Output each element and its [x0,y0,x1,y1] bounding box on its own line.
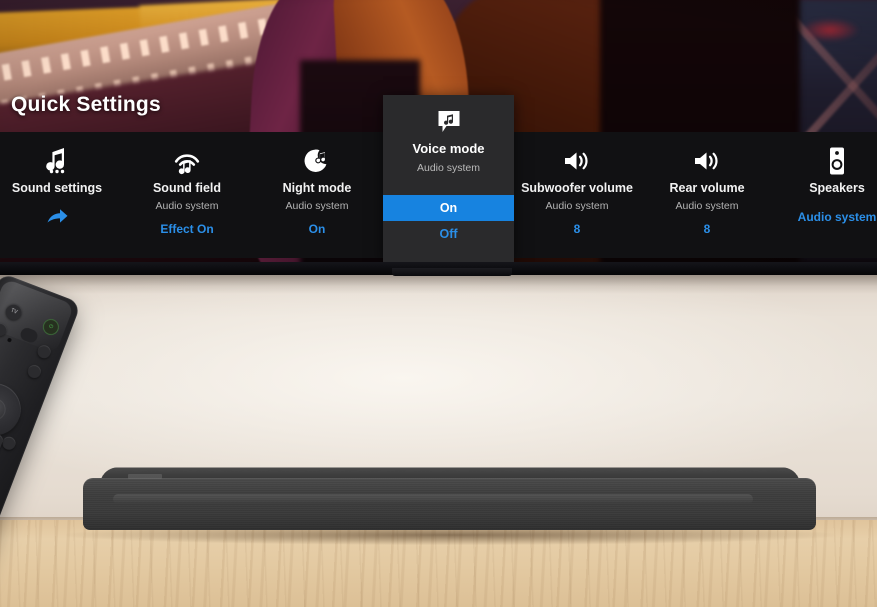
tv-screen: Quick Settings Sound settings Sound fiel… [0,0,877,262]
speaker-volume-icon [562,144,592,178]
tile-label: Speakers [809,181,865,195]
tile-label: Night mode [282,181,352,195]
tile-sublabel: Audio system [675,200,739,212]
tile-label: Sound field [152,181,222,195]
soundbar [83,466,816,533]
tile-value[interactable]: Audio system [798,210,877,224]
page-title: Quick Settings [11,93,161,116]
voice-mode-popup[interactable]: Voice mode Audio system On Off [383,95,514,262]
quick-setting-sound-field[interactable]: Sound field Audio system Effect On [122,132,252,258]
tile-value[interactable]: 8 [704,222,711,236]
music-note-settings-icon [44,144,70,178]
popup-filler [383,247,514,262]
tile-label: Rear volume [669,181,745,195]
popup-option-off[interactable]: Off [383,221,514,247]
television: Quick Settings Sound settings Sound fiel… [0,0,877,275]
sound-field-icon [173,144,201,178]
popup-title: Voice mode [412,141,485,156]
tile-label: Sound settings [11,181,103,195]
quick-setting-sound-settings[interactable]: Sound settings [0,132,122,258]
quick-setting-subwoofer-volume[interactable]: Subwoofer volume Audio system 8 [512,132,642,258]
soundbar-highlight [113,494,753,504]
quick-setting-rear-volume[interactable]: Rear volume Audio system 8 [642,132,772,258]
tile-value[interactable]: Effect On [160,222,213,236]
quick-setting-speakers[interactable]: Speakers Audio system [772,132,877,258]
voice-mode-icon [436,107,462,137]
screenshot-stage: Quick Settings Sound settings Sound fiel… [0,0,877,607]
tile-sublabel: Audio system [545,200,609,212]
soundbar-front-grille [83,478,816,530]
tv-stand-foot [392,268,512,276]
popup-subtitle: Audio system [416,162,481,174]
tile-value[interactable]: 8 [574,222,581,236]
tile-sublabel: Audio system [285,200,349,212]
popup-option-on[interactable]: On [383,195,514,221]
speaker-volume-icon [692,144,722,178]
popup-options-list: On Off [383,195,514,247]
night-mode-icon [303,144,331,178]
tile-value[interactable]: On [309,222,326,236]
forward-arrow-icon[interactable] [45,207,69,228]
speaker-cabinet-icon [825,144,849,178]
tile-label: Subwoofer volume [521,181,633,195]
tile-sublabel: Audio system [155,200,219,212]
quick-setting-night-mode[interactable]: Night mode Audio system On [252,132,382,258]
soundbar-brand-logo [128,474,162,479]
